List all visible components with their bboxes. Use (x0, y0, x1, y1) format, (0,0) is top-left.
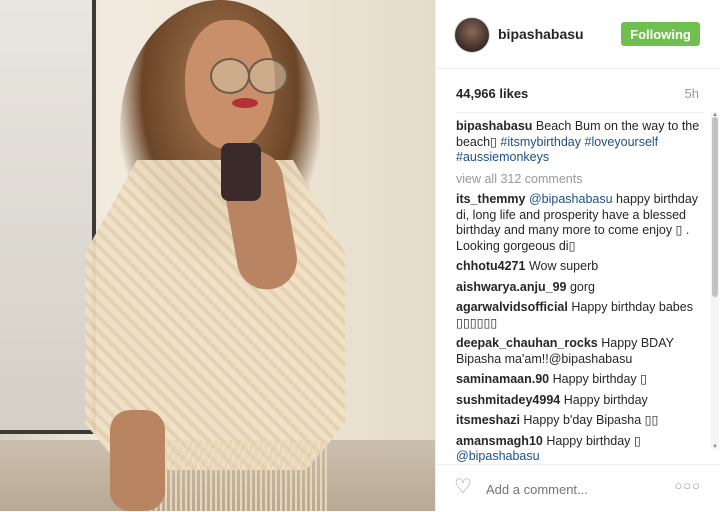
comment-text: Happy b'day Bipasha ▯▯ (523, 413, 659, 427)
comment-username[interactable]: agarwalvidsofficial (456, 300, 568, 314)
hashtag[interactable]: #aussiemonkeys (456, 150, 549, 164)
likes-count[interactable]: 44,966 likes (456, 86, 528, 101)
comment: aishwarya.anju_99 gorg (456, 280, 704, 296)
comments-list[interactable]: bipashabasu Beach Bum on the way to the … (456, 112, 704, 467)
phone (221, 143, 261, 201)
comment-username[interactable]: itsmeshazi (456, 413, 520, 427)
post-time: 5h (684, 86, 699, 101)
more-options-icon[interactable]: ○○○ (674, 478, 701, 493)
comments-scrollbar[interactable]: ▲ ▼ (711, 112, 719, 450)
sunglasses-right (248, 58, 288, 94)
comment: chhotu4271 Wow superb (456, 259, 704, 275)
lips (232, 98, 258, 108)
comment: its_themmy @bipashabasu happy birthday d… (456, 192, 704, 254)
comment: deepak_chauhan_rocks Happy BDAY Bipasha … (456, 336, 704, 367)
comment-text: Wow superb (528, 259, 599, 273)
comment: saminamaan.90 Happy birthday ▯ (456, 372, 704, 388)
comment-text: Happy birthday ▯ (552, 372, 648, 386)
comment-username[interactable]: chhotu4271 (456, 259, 525, 273)
comment-username[interactable]: aishwarya.anju_99 (456, 280, 566, 294)
post-header: bipashabasu Following (436, 0, 720, 69)
scroll-thumb[interactable] (712, 117, 718, 297)
comment-footer: ♡ ○○○ (436, 464, 720, 512)
scroll-down-arrow-icon[interactable]: ▼ (711, 444, 719, 450)
comment-mention[interactable]: @bipashabasu (456, 449, 540, 463)
caption: bipashabasu Beach Bum on the way to the … (456, 119, 704, 166)
comment-username[interactable]: its_themmy (456, 192, 525, 206)
add-comment-input[interactable] (484, 477, 668, 501)
comment-mention[interactable]: @bipashabasu (529, 192, 613, 206)
header-username[interactable]: bipashabasu (498, 26, 584, 42)
caption-username[interactable]: bipashabasu (456, 119, 532, 133)
comment-text: Happy birthday (563, 392, 648, 407)
following-button[interactable]: Following (621, 22, 700, 46)
leg (110, 410, 165, 511)
avatar[interactable] (454, 17, 490, 53)
post-panel: bipashabasu Following 44,966 likes 5h bi… (435, 0, 720, 511)
post-photo (0, 0, 435, 511)
comment-username[interactable]: sushmitadey4994 (456, 393, 560, 407)
comment-text: Happy birthday ▯ (546, 433, 641, 448)
comment: amansmagh10 Happy birthday ▯ @bipashabas… (456, 434, 704, 465)
comment-username[interactable]: saminamaan.90 (456, 372, 549, 386)
comment: itsmeshazi Happy b'day Bipasha ▯▯ (456, 413, 704, 429)
mirror-frame (0, 0, 96, 434)
sunglasses-left (210, 58, 250, 94)
comment-username[interactable]: amansmagh10 (456, 434, 543, 448)
comment: sushmitadey4994 Happy birthday (456, 393, 704, 409)
hashtag[interactable]: #loveyourself (585, 135, 659, 149)
comment-text: gorg (569, 279, 595, 294)
heart-icon[interactable]: ♡ (454, 477, 476, 497)
comment: agarwalvidsofficial Happy birthday babes… (456, 300, 704, 331)
comment-username[interactable]: deepak_chauhan_rocks (456, 336, 598, 350)
view-all-comments[interactable]: view all 312 comments (456, 172, 704, 188)
hashtag[interactable]: #itsmybirthday (500, 135, 581, 149)
